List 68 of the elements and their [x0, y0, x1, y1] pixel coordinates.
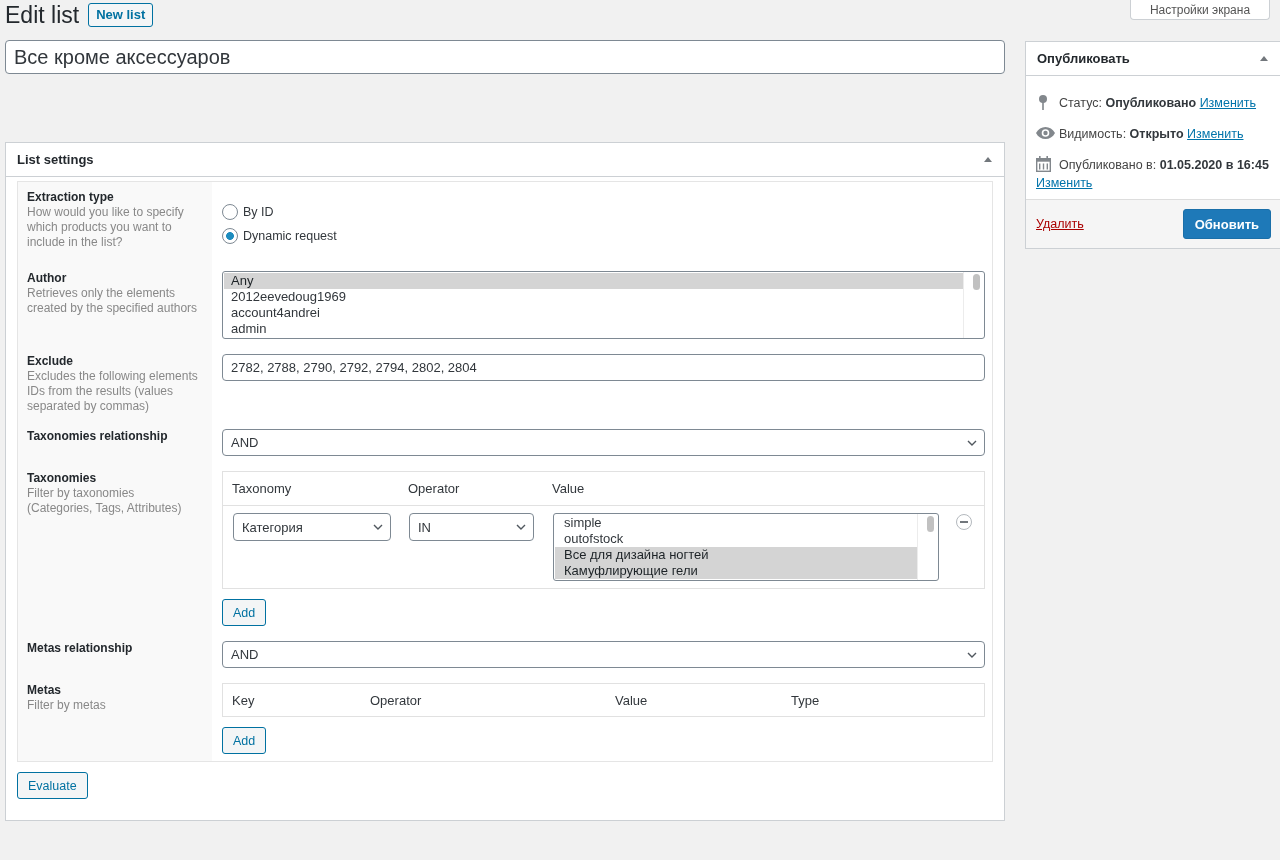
value-listbox[interactable]: simple outofstock Все для дизайна ногтей Камуфлирующие гели [553, 513, 939, 581]
chevron-down-icon [373, 524, 383, 530]
field-label: Author [27, 271, 68, 286]
field-description: Filter by taxonomies (Categories, Tags, Attributes) [27, 486, 183, 516]
column-header: Taxonomy [232, 481, 293, 496]
column-header: Operator [370, 692, 423, 708]
chevron-down-icon [516, 524, 526, 530]
column-header: Value [552, 481, 586, 496]
publish-info-text: Статус: Опубликовано [1059, 96, 1197, 110]
list-option[interactable]: account4andrei [224, 305, 963, 321]
list-option[interactable]: Все для дизайна ногтей [555, 547, 917, 563]
radio-button[interactable] [222, 204, 238, 220]
title-input[interactable]: Все кроме аксессуаров [5, 40, 1005, 74]
page-title: Edit list [5, 1, 80, 30]
radio-label[interactable]: By ID [243, 205, 274, 219]
eye-icon [1036, 127, 1055, 139]
taxonomy-select[interactable]: Категория [233, 513, 391, 541]
list-option[interactable]: Any [224, 273, 963, 289]
field-description: Retrieves only the elements created by the specified authors [27, 286, 199, 316]
radio-button[interactable] [222, 228, 238, 244]
evaluate-button[interactable]: Evaluate [17, 772, 88, 799]
radio-label[interactable]: Dynamic request [243, 229, 337, 243]
field-description: How would you like to specify which products you want to include in the list? [27, 205, 185, 250]
calendar-icon [1036, 156, 1051, 172]
relationship-select[interactable]: AND [222, 641, 985, 668]
panel-title: Опубликовать [1037, 51, 1130, 66]
collapse-arrow-icon[interactable] [1260, 56, 1268, 61]
add-button[interactable]: Add [222, 599, 267, 626]
list-option[interactable]: admin [224, 321, 963, 337]
column-header: Key [232, 692, 256, 708]
edit-link[interactable]: Изменить [1187, 127, 1244, 141]
panel-title: List settings [17, 152, 94, 167]
remove-row-button[interactable] [956, 514, 972, 530]
collapse-arrow-icon[interactable] [984, 157, 992, 162]
add-button[interactable]: Add [222, 727, 267, 754]
screen-options-tab[interactable]: Настройки экрана [1130, 0, 1270, 20]
field-label: Extraction type [27, 190, 115, 205]
operator-select[interactable]: IN [409, 513, 534, 541]
minus-icon [960, 521, 968, 523]
column-header: Value [615, 692, 649, 708]
field-label: Metas relationship [27, 641, 134, 656]
publish-info-text: Видимость: Открыто [1059, 127, 1184, 141]
edit-link[interactable]: Изменить [1036, 176, 1093, 190]
list-option[interactable]: 2012eevedoug1969 [224, 289, 963, 305]
chevron-down-icon [967, 651, 977, 658]
list-option[interactable]: outofstock [555, 531, 917, 547]
field-description: Excludes the following elements IDs from the results (values separated by commas) [27, 369, 199, 414]
field-label: Metas [27, 683, 62, 698]
column-header: Type [791, 692, 821, 708]
field-label: Taxonomies [27, 471, 98, 486]
chevron-down-icon [967, 439, 977, 446]
update-button[interactable]: Обновить [1182, 209, 1271, 239]
author-listbox[interactable]: Any 2012eevedoug1969 account4andrei admin [222, 271, 985, 339]
field-label: Taxonomies relationship [27, 429, 169, 444]
exclude-input[interactable]: 2782, 2788, 2790, 2792, 2794, 2802, 2804 [222, 354, 985, 381]
column-header: Operator [408, 481, 461, 496]
new-list-button[interactable]: New list [88, 3, 154, 27]
publish-info-text: Опубликовано в: 01.05.2020 в 16:45 [1059, 158, 1269, 172]
list-option[interactable]: simple [555, 515, 917, 531]
scrollbar-thumb[interactable] [973, 274, 980, 290]
edit-link[interactable]: Изменить [1199, 96, 1256, 110]
relationship-select[interactable]: AND [222, 429, 985, 456]
pin-icon [1039, 95, 1047, 110]
scrollbar-thumb[interactable] [927, 516, 934, 532]
field-description: Filter by metas [27, 698, 107, 713]
field-label: Exclude [27, 354, 75, 369]
delete-link[interactable]: Удалить [1036, 217, 1084, 231]
list-option[interactable]: Камуфлирующие гели [555, 563, 917, 579]
